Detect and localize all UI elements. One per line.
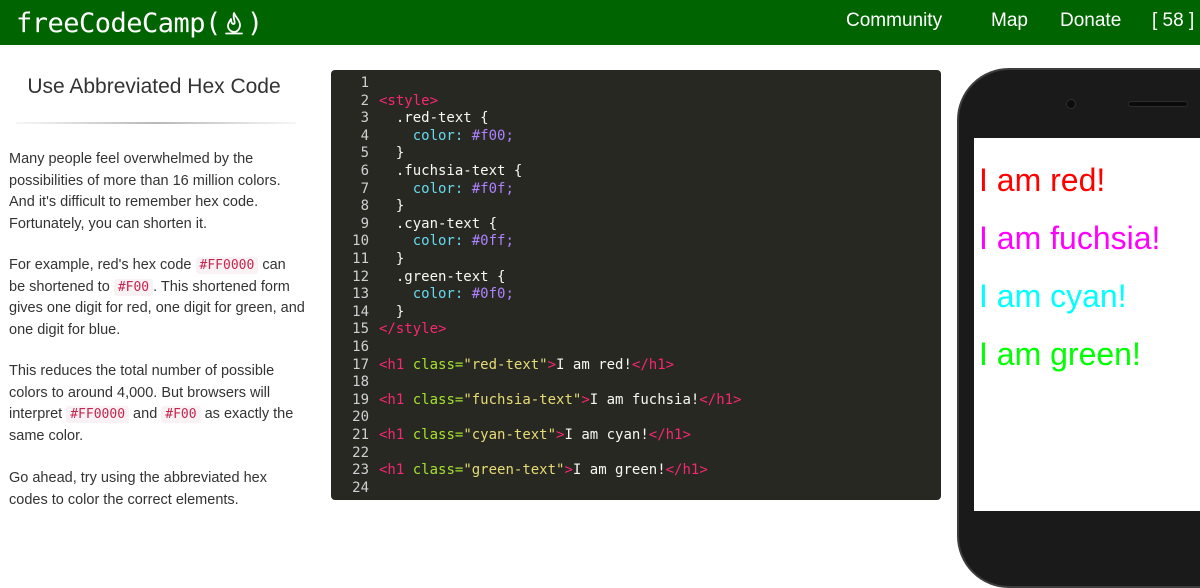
line-number: 1 xyxy=(360,75,369,91)
text-segment: and xyxy=(129,406,162,422)
inline-code: #FF0000 xyxy=(66,406,130,423)
line-number: 4 xyxy=(360,127,369,144)
line-number: 17 xyxy=(352,356,369,373)
code-content[interactable]: } xyxy=(379,251,404,269)
lesson-panel: Use Abbreviated Hex Code Many people fee… xyxy=(0,45,312,511)
code-content[interactable]: <h1 class="green-text">I am green!</h1> xyxy=(379,462,708,480)
lesson-paragraph-2: For example, red's hex code #FF0000 can … xyxy=(9,255,305,341)
line-number: 6 xyxy=(360,163,369,179)
code-content[interactable]: <h1 class="cyan-text">I am cyan!</h1> xyxy=(379,427,691,445)
title-divider xyxy=(16,122,296,124)
line-number: 11 xyxy=(352,251,369,267)
code-content[interactable]: color: #0f0; xyxy=(379,286,514,304)
inline-code: #FF0000 xyxy=(195,257,259,274)
line-number: 21 xyxy=(352,427,369,443)
points-counter[interactable]: [ 58 ] xyxy=(1152,10,1194,32)
preview-screen: I am red! I am fuchsia! I am cyan! I am … xyxy=(974,138,1200,511)
code-content[interactable]: color: #0ff; xyxy=(379,233,514,251)
code-content[interactable]: color: #f00; xyxy=(379,128,514,146)
inline-code: #F00 xyxy=(161,406,201,423)
navbar: freeCodeCamp( ) Community Map Donate [ 5… xyxy=(0,0,1200,45)
text-segment: For example, red's hex code xyxy=(9,257,196,273)
lesson-title: Use Abbreviated Hex Code xyxy=(27,75,281,98)
code-content[interactable]: .fuchsia-text { xyxy=(379,163,522,181)
line-number: 19 xyxy=(352,391,369,408)
code-editor[interactable]: 1 2 <style> 3 .red-text { 4 color: #f00; … xyxy=(331,70,941,500)
line-number: 24 xyxy=(352,479,369,496)
code-content[interactable]: <h1 class="fuchsia-text">I am fuchsia!</… xyxy=(379,392,742,410)
code-content[interactable]: <h1 class="red-text">I am red!</h1> xyxy=(379,357,674,375)
line-number: 10 xyxy=(352,233,369,250)
brand-text-left: freeCodeCamp( xyxy=(16,7,221,39)
preview-heading-fuchsia: I am fuchsia! xyxy=(979,220,1161,256)
line-number: 16 xyxy=(352,339,369,355)
line-number: 22 xyxy=(352,444,369,461)
code-content[interactable]: .red-text { xyxy=(379,110,489,128)
code-content[interactable]: <style> xyxy=(379,93,438,111)
lesson-paragraph-4: Go ahead, try using the abbreviated hex … xyxy=(9,470,267,508)
line-number: 9 xyxy=(360,215,369,232)
brand-text-right: ) xyxy=(246,7,263,39)
earpiece-speaker xyxy=(1128,101,1188,107)
front-camera-icon xyxy=(1066,99,1076,109)
code-content[interactable]: } xyxy=(379,304,404,322)
flame-icon xyxy=(223,10,245,36)
line-number: 5 xyxy=(360,145,369,162)
line-number: 15 xyxy=(352,321,369,338)
lesson-paragraph-1: Many people feel overwhelmed by the poss… xyxy=(9,151,281,232)
code-content[interactable]: .green-text { xyxy=(379,269,506,287)
preview-heading-green: I am green! xyxy=(979,336,1141,372)
code-content[interactable]: </style> xyxy=(379,321,446,339)
line-number: 8 xyxy=(360,198,369,215)
code-content[interactable]: .cyan-text { xyxy=(379,216,497,234)
code-content[interactable]: color: #f0f; xyxy=(379,181,514,199)
line-number: 12 xyxy=(352,268,369,285)
line-number: 3 xyxy=(360,110,369,127)
code-content[interactable]: } xyxy=(379,145,404,163)
nav-donate-link[interactable]: Donate xyxy=(1060,10,1121,32)
code-content[interactable]: } xyxy=(379,198,404,216)
line-number: 23 xyxy=(352,462,369,479)
nav-map-link[interactable]: Map xyxy=(991,10,1028,32)
nav-community-link[interactable]: Community xyxy=(846,10,942,32)
brand-logo[interactable]: freeCodeCamp( ) xyxy=(16,3,263,43)
line-number: 20 xyxy=(352,409,369,426)
preview-heading-red: I am red! xyxy=(979,162,1106,198)
line-number: 7 xyxy=(360,180,369,197)
line-number: 14 xyxy=(352,303,369,320)
inline-code: #F00 xyxy=(113,278,154,296)
line-number: 18 xyxy=(352,374,369,391)
preview-heading-cyan: I am cyan! xyxy=(979,278,1127,314)
lesson-paragraph-3: This reduces the total number of possibl… xyxy=(9,361,305,447)
line-number: 13 xyxy=(352,286,369,303)
line-number: 2 xyxy=(360,92,369,109)
